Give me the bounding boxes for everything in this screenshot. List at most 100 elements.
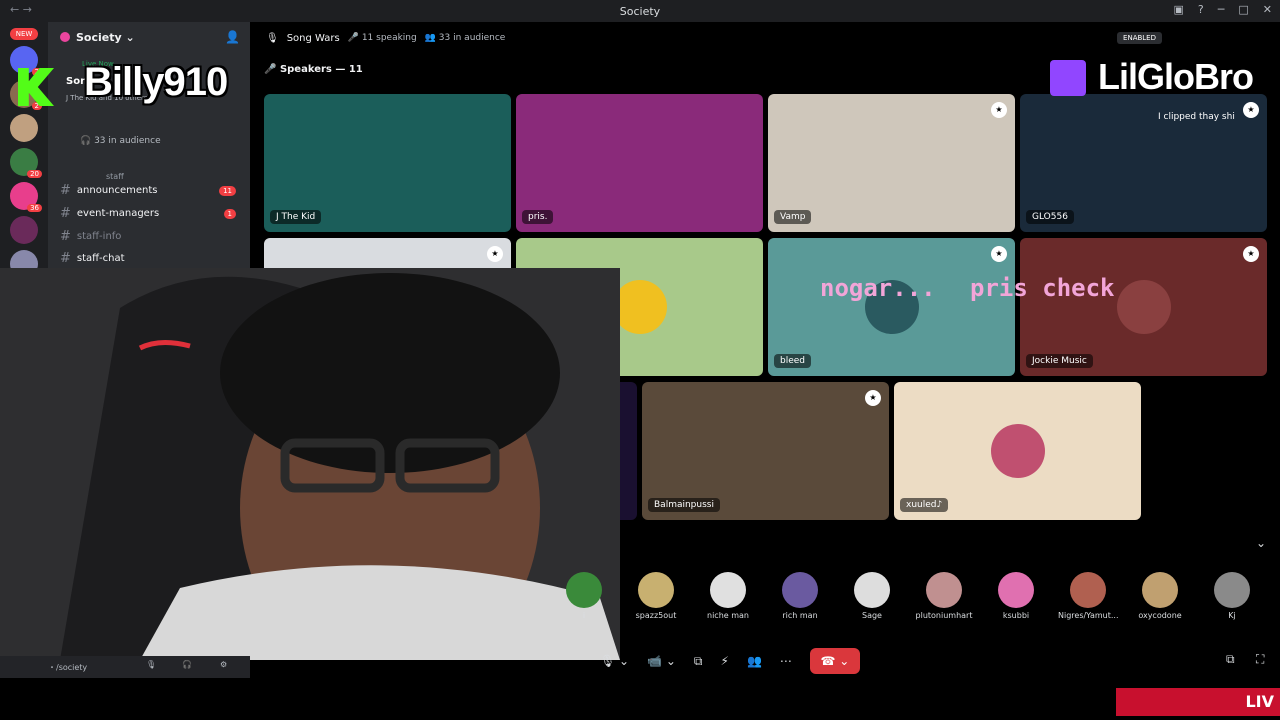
server-icon[interactable]: 20 bbox=[10, 148, 42, 178]
headset-icon[interactable]: 🎧 bbox=[182, 660, 192, 669]
users-icon[interactable]: 👥 bbox=[747, 654, 762, 668]
maximize-icon[interactable]: □ bbox=[1238, 3, 1248, 16]
webcam-image bbox=[0, 268, 620, 660]
window-title: Society bbox=[619, 4, 661, 18]
channel-category[interactable]: staff bbox=[106, 172, 124, 181]
moderator-icon: ★ bbox=[1243, 102, 1259, 118]
speaker-tile[interactable]: pris. bbox=[516, 94, 763, 232]
speaker-name: Balmainpussi bbox=[648, 498, 720, 512]
avatar bbox=[926, 572, 962, 608]
audience-member[interactable]: niche man bbox=[698, 572, 758, 620]
server-icon[interactable]: 36 bbox=[10, 182, 42, 212]
hash-icon: # bbox=[60, 183, 71, 198]
avatar bbox=[854, 572, 890, 608]
twitch-logo-icon bbox=[1050, 60, 1086, 96]
audience-member[interactable]: oxycodone bbox=[1130, 572, 1190, 620]
speakers-label: 🎤 Speakers — 11 bbox=[264, 64, 363, 75]
leave-call-button[interactable]: ☎ ⌄ bbox=[809, 648, 860, 674]
avatar bbox=[566, 572, 602, 608]
speaker-tile[interactable]: J The Kid bbox=[264, 94, 511, 232]
bottom-strip bbox=[0, 678, 1280, 720]
enabled-badge[interactable]: ENABLED bbox=[1117, 32, 1162, 44]
hash-icon: # bbox=[60, 251, 71, 266]
voice-controls: 🎙 ⌄ 📹 ⌄ ⧉ ⚡ 👥 ⋯ ☎ ⌄ bbox=[600, 648, 860, 674]
channel-item[interactable]: # event-managers 1 bbox=[60, 206, 240, 221]
popout-icon[interactable]: ⧉ bbox=[1226, 652, 1235, 667]
fullscreen-icon[interactable]: ⛶ bbox=[1256, 652, 1264, 667]
audience-member[interactable]: ksubbi bbox=[986, 572, 1046, 620]
speaker-tile[interactable]: ★ bleed bbox=[768, 238, 1015, 376]
speaker-tile[interactable]: ★ Balmainpussi bbox=[642, 382, 889, 520]
server-badge: 20 bbox=[27, 170, 42, 178]
speaker-tile[interactable]: ★ Vamp bbox=[768, 94, 1015, 232]
more-icon[interactable]: ⋯ bbox=[780, 654, 792, 668]
new-badge: NEW bbox=[10, 28, 38, 40]
speaker-tile[interactable]: xuuled♪ bbox=[894, 382, 1141, 520]
hash-icon: # bbox=[60, 206, 71, 221]
moderator-icon: ★ bbox=[1243, 246, 1259, 262]
channel-name: staff-info bbox=[76, 231, 122, 242]
audience-name: Nigres/Yamut... bbox=[1058, 611, 1118, 620]
audience-name: ksubbi bbox=[1002, 611, 1030, 620]
invite-icon[interactable]: 👤 bbox=[225, 30, 240, 44]
speaker-tile[interactable]: ★ Jockie Music bbox=[1020, 238, 1267, 376]
moderator-icon: ★ bbox=[991, 102, 1007, 118]
channel-item[interactable]: # staff-info bbox=[60, 229, 240, 244]
audience-member[interactable]: plutoniumhart bbox=[914, 572, 974, 620]
speaker-name: bleed bbox=[774, 354, 812, 368]
speaker-name: Vamp bbox=[774, 210, 812, 224]
moderator-icon: ★ bbox=[865, 390, 881, 406]
chevron-down-icon[interactable]: ⌄ bbox=[1256, 536, 1266, 550]
inbox-icon[interactable]: ▣ bbox=[1174, 3, 1184, 16]
close-icon[interactable]: ✕ bbox=[1263, 3, 1272, 16]
avatar bbox=[638, 572, 674, 608]
audience-member[interactable]: Sage bbox=[842, 572, 902, 620]
avatar bbox=[710, 572, 746, 608]
audience-member[interactable]: spazz5out bbox=[626, 572, 686, 620]
ticker-left: nogar... bbox=[820, 274, 936, 302]
channel-name: staff-chat bbox=[76, 253, 125, 264]
clip-text: I clipped thay shi bbox=[1158, 112, 1235, 122]
mention-badge: 1 bbox=[223, 208, 236, 219]
mic-icon[interactable]: 🎙 bbox=[146, 660, 156, 669]
speaker-name: Jockie Music bbox=[1026, 354, 1093, 368]
screen-share-icon[interactable]: ⧉ bbox=[694, 654, 703, 669]
audience-name: plutoniumhart bbox=[915, 611, 973, 620]
speakers-text: Speakers — 11 bbox=[279, 64, 363, 75]
sidebar-audience-count: 🎧 33 in audience bbox=[80, 136, 161, 146]
channel-name: announcements bbox=[76, 185, 158, 196]
avatar bbox=[1142, 572, 1178, 608]
speaker-avatar bbox=[612, 280, 667, 334]
moderator-icon: ★ bbox=[487, 246, 503, 262]
gear-icon[interactable]: ⚙ bbox=[220, 660, 227, 669]
server-icon[interactable] bbox=[10, 114, 38, 142]
avatar bbox=[782, 572, 818, 608]
hash-icon: # bbox=[60, 229, 71, 244]
channel-item[interactable]: # announcements 11 bbox=[60, 183, 240, 198]
audience-member[interactable]: Kj bbox=[1202, 572, 1262, 620]
activity-icon[interactable]: ⚡ bbox=[721, 654, 729, 668]
stage-name: Song Wars bbox=[286, 32, 340, 44]
minimize-icon[interactable]: ─ bbox=[1218, 3, 1225, 16]
server-icon[interactable] bbox=[10, 216, 38, 244]
speaking-text: 11 speaking bbox=[361, 33, 417, 43]
mention-badge: 11 bbox=[219, 185, 236, 196]
chevron-down-icon: ⌄ bbox=[121, 30, 135, 44]
audience-member[interactable]: rich man bbox=[770, 572, 830, 620]
mic-icon[interactable]: 🎙 ⌄ bbox=[600, 654, 629, 668]
user-panel: ・/society 🎙 🎧 ⚙ bbox=[0, 656, 250, 678]
streamer-name-left: Billy910 bbox=[84, 60, 228, 104]
audience-member[interactable]: i bbox=[554, 572, 614, 620]
guild-icon bbox=[60, 32, 70, 42]
ticker-right: pris check bbox=[970, 274, 1115, 302]
live-tag: LIV bbox=[1116, 688, 1280, 716]
avatar bbox=[1070, 572, 1106, 608]
help-icon[interactable]: ? bbox=[1198, 3, 1204, 16]
speaker-name: J The Kid bbox=[270, 210, 322, 224]
guild-header[interactable]: Society ⌄ 👤 bbox=[48, 22, 250, 52]
audience-member[interactable]: Nigres/Yamut... bbox=[1058, 572, 1118, 620]
speaker-name: pris. bbox=[522, 210, 554, 224]
camera-icon[interactable]: 📹 ⌄ bbox=[647, 654, 676, 668]
channel-item[interactable]: # staff-chat bbox=[60, 251, 240, 266]
speaker-avatar bbox=[1116, 280, 1171, 334]
